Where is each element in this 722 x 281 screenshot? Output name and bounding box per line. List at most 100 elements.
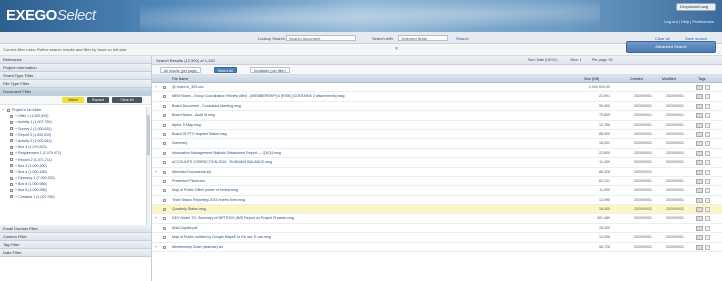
file-name[interactable]: Board Of PTO request Status.msg [172,130,227,139]
table-row[interactable]: Alpha Ti Map.msg 12,788 2020/09/01 2020/09/… [152,121,722,130]
row-checkbox[interactable] [163,198,166,202]
facet-email-domain[interactable]: Email Domain Filter [0,225,151,233]
row-checkbox[interactable] [163,226,166,230]
expand-icon[interactable]: + [155,83,157,92]
note-icon[interactable] [705,178,710,184]
file-name[interactable]: Map of Public notified by Google Maps® t… [172,233,271,242]
select-all-chip[interactable]: Select All [214,67,237,73]
scrollbar-thumb[interactable] [147,115,150,155]
tree-checkbox[interactable] [10,158,13,162]
row-checkbox[interactable] [163,86,166,89]
row-checkbox[interactable] [163,236,166,240]
file-name[interactable]: Alpha Ti Map.msg [172,121,201,130]
facet-date[interactable]: Date Filter [0,249,151,257]
table-row[interactable]: ANA Capital.pdf 18,409 [152,224,722,234]
table-row[interactable]: MEM Notes - Group Coordination Review (M… [152,92,722,102]
table-row[interactable]: Information Management Statistic Obtainm… [152,149,722,159]
file-name[interactable]: Team Status Reporting 2015 review form.m… [172,196,245,205]
row-checkbox[interactable] [163,104,166,108]
file-name[interactable]: MEM Notes - Group Coordination Review (M… [172,92,344,101]
tag-icon[interactable] [696,178,703,184]
facet-clear-button[interactable]: Clear All [112,97,142,103]
facet-project-information[interactable]: Project Information [0,64,151,72]
table-row[interactable]: Summary 18,001 2020/09/01 2020/09/01 [152,139,722,149]
file-name[interactable]: Map of Public Office power of review.msg [172,186,238,195]
tag-icon[interactable] [696,94,703,100]
tree-checkbox[interactable] [7,108,10,112]
table-row[interactable]: ACCOUNTS CORRECTION 2016 - RUNNING BALAN… [152,158,722,168]
file-name[interactable]: Board Notes - Audit fit.msg [172,111,215,120]
table-row[interactable]: Board Notes - Audit fit.msg 75,809 2020/09… [152,111,722,121]
note-icon[interactable] [705,188,710,194]
tree-checkbox[interactable] [10,120,13,124]
column-created[interactable]: Created [630,77,643,81]
header-links[interactable]: Log out | Help | Preferences [664,19,714,24]
tag-icon[interactable] [696,131,703,137]
tag-icon[interactable] [696,113,703,119]
note-icon[interactable] [705,225,710,231]
row-checkbox[interactable] [163,217,166,221]
note-icon[interactable] [705,113,710,119]
note-icon[interactable] [705,207,710,213]
row-checkbox[interactable] [163,151,166,155]
per-page-select[interactable]: Per page: 50 [592,58,613,62]
table-row[interactable]: + Membership Chart (abstract).xls 98,728 20… [152,243,722,253]
file-name[interactable]: Board Document - Consultant Meeting.msg [172,102,241,111]
search-fields-select[interactable]: Selected fields [398,35,448,41]
tree-checkbox[interactable] [10,114,13,118]
column-size[interactable]: Size (KB) [584,77,599,81]
row-checkbox[interactable] [163,114,166,118]
table-row[interactable]: Map of Public notified by Google Maps® t… [152,233,722,243]
column-name[interactable]: File Name [172,77,188,81]
expand-icon[interactable]: + [155,214,157,223]
tree-checkbox[interactable] [10,151,13,155]
tag-icon[interactable] [696,244,703,250]
column-modified[interactable]: Modified [662,77,676,81]
tree-checkbox[interactable] [10,176,13,180]
file-name[interactable]: DEV Nickel TO: Summary of METRICS (IMS R… [172,214,294,223]
tag-icon[interactable] [696,197,703,203]
tag-icon[interactable] [696,169,703,175]
table-row[interactable]: Team Status Reporting 2015 review form.m… [152,196,722,206]
tag-icon[interactable] [696,188,703,194]
row-checkbox[interactable] [163,123,166,127]
row-checkbox[interactable] [163,208,166,212]
table-row[interactable]: Board Document - Consultant Meeting.msg 9… [152,102,722,112]
tag-icon[interactable] [696,141,703,147]
tree-checkbox[interactable] [10,170,13,174]
note-icon[interactable] [705,235,710,241]
column-tags[interactable]: Tags [698,77,706,81]
search-link[interactable]: Search [456,36,469,41]
facet-relevance[interactable]: Relevance [0,56,151,64]
expand-icon[interactable]: + [155,243,157,252]
facet-custom[interactable]: Custom Filter [0,233,151,241]
tag-icon[interactable] [696,150,703,156]
file-name[interactable]: Presented Plans.doc [172,177,205,186]
tag-icon[interactable] [696,225,703,231]
note-icon[interactable] [705,150,710,156]
row-checkbox[interactable] [163,189,166,193]
tag-icon[interactable] [696,160,703,166]
search-input[interactable]: Search document [286,35,356,41]
file-name[interactable]: ANA Capital.pdf [172,224,197,233]
facet-select-button[interactable]: Select [62,97,84,103]
note-icon[interactable] [705,94,710,100]
facet-document-filter[interactable]: Document Filter [0,88,151,96]
app-logo[interactable]: EXEGOSelect [6,7,96,24]
tree-checkbox[interactable] [10,145,13,149]
tag-icon[interactable] [696,207,703,213]
note-icon[interactable] [705,122,710,128]
row-checkbox[interactable] [163,245,166,249]
sort-select[interactable]: Sort: Date (DESC) [528,58,558,62]
tag-icon[interactable] [696,235,703,241]
facet-tag[interactable]: Tag Filter [0,241,151,249]
expand-icon[interactable]: + [155,168,157,177]
facet-share-type[interactable]: Share/Type Filter [0,72,151,80]
facet-expand-button[interactable]: Expand [87,97,109,103]
tree-item[interactable]: + Contacts 1 (1,007,930) [0,194,151,200]
tree-checkbox[interactable] [10,127,13,131]
note-icon[interactable] [705,85,710,90]
table-row[interactable]: Map of Public Office power of review.msg… [152,186,722,196]
note-icon[interactable] [705,197,710,203]
file-name[interactable]: Membership Chart (abstract).xls [172,243,223,252]
